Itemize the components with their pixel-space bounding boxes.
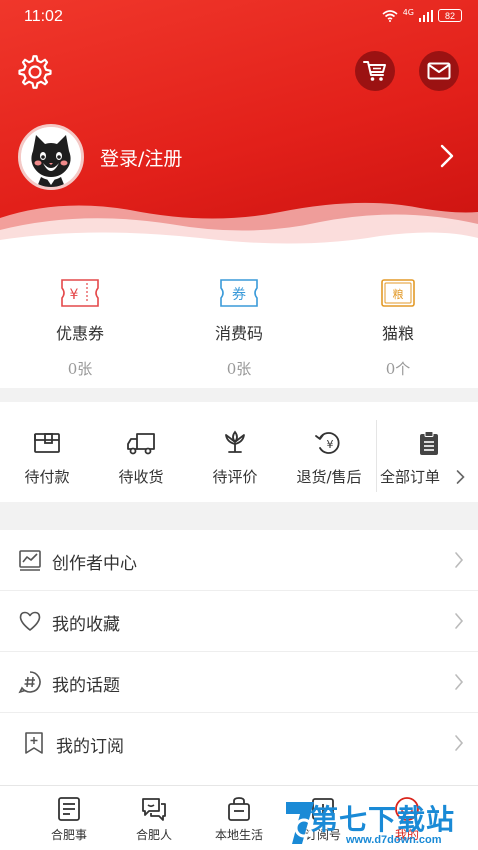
clipboard-icon bbox=[420, 431, 438, 455]
cart-icon bbox=[363, 61, 386, 81]
wifi-icon bbox=[382, 9, 398, 22]
bag-icon bbox=[228, 797, 250, 821]
voucher-code-label: 消费码 bbox=[214, 324, 263, 343]
bottom-navigation: 合肥事 合肥人 本地生活 订阅号 我的 bbox=[0, 785, 478, 850]
subscriptions-label: 我的订阅 bbox=[56, 737, 124, 757]
message-button[interactable] bbox=[419, 51, 459, 91]
svg-text:券: 券 bbox=[232, 287, 246, 303]
orders-section: 待付款 待收货 待评价 ¥ 退货/售后 全部订单 bbox=[0, 402, 478, 502]
wallet-icon bbox=[34, 433, 60, 453]
document-icon bbox=[58, 797, 80, 821]
battery-icon: 82 bbox=[438, 9, 462, 22]
cat-food-label: 猫粮 bbox=[381, 324, 414, 343]
menu-list: 创作者中心 我的收藏 我的话题 我的订阅 bbox=[0, 530, 478, 785]
header-wave bbox=[0, 202, 478, 258]
refund-icon: ¥ bbox=[315, 432, 340, 454]
pending-receipt-button[interactable]: 待收货 bbox=[94, 430, 188, 487]
bookmark-plus-icon bbox=[25, 732, 43, 754]
gear-icon bbox=[18, 55, 52, 89]
menu-item-subscriptions[interactable]: 我的订阅 bbox=[0, 713, 478, 774]
status-time: 11:02 bbox=[24, 8, 63, 25]
voucher-code-count: 0张 bbox=[226, 360, 252, 378]
menu-item-favorites[interactable]: 我的收藏 bbox=[0, 591, 478, 652]
voucher-code-entry[interactable]: 券 消费码 0张 bbox=[159, 278, 319, 379]
profile-header: 11:02 4G 82 登录/注册 bbox=[0, 0, 478, 258]
nav-label-hefei-people: 合肥人 bbox=[135, 828, 172, 842]
chevron-right-icon bbox=[440, 144, 454, 168]
cat-food-entry[interactable]: 粮 猫粮 0个 bbox=[318, 278, 478, 379]
nav-label-hefei-news: 合肥事 bbox=[50, 828, 87, 842]
pending-payment-button[interactable]: 待付款 bbox=[0, 430, 94, 487]
network-type: 4G bbox=[402, 8, 414, 17]
cat-food-count: 0个 bbox=[385, 360, 411, 378]
avatar[interactable] bbox=[18, 124, 84, 190]
hashtag-icon bbox=[18, 671, 41, 694]
pending-payment-label: 待付款 bbox=[24, 468, 70, 486]
chevron-right-icon bbox=[455, 674, 464, 690]
mail-icon bbox=[427, 62, 451, 80]
cat-avatar-icon bbox=[21, 127, 81, 187]
svg-text:¥: ¥ bbox=[70, 287, 79, 303]
svg-text:¥: ¥ bbox=[327, 438, 334, 451]
flower-icon bbox=[225, 430, 245, 453]
coupon-count: 0张 bbox=[67, 360, 93, 378]
status-icons: 4G 82 bbox=[382, 8, 462, 22]
settings-button[interactable] bbox=[18, 55, 52, 89]
nav-tab-hefei-news[interactable]: 合肥事 bbox=[26, 796, 112, 843]
nav-label-mine: 我的 bbox=[394, 828, 419, 842]
pending-review-button[interactable]: 待评价 bbox=[188, 430, 282, 487]
coupon-label: 优惠券 bbox=[55, 324, 104, 343]
cart-button[interactable] bbox=[355, 51, 395, 91]
refund-after-sale-button[interactable]: ¥ 退货/售后 bbox=[282, 430, 376, 487]
login-register-label[interactable]: 登录/注册 bbox=[100, 144, 182, 171]
menu-item-topics[interactable]: 我的话题 bbox=[0, 652, 478, 713]
creator-center-label: 创作者中心 bbox=[52, 554, 137, 574]
profile-icon bbox=[395, 797, 419, 821]
chevron-right-icon bbox=[456, 469, 465, 484]
cat-food-icon: 粮 bbox=[381, 279, 415, 307]
chat-icon bbox=[142, 798, 166, 821]
wallet-section: ¥ 优惠券 0张 券 消费码 0张 粮 猫粮 0个 bbox=[0, 258, 478, 388]
heart-icon bbox=[19, 611, 41, 631]
subscribe-icon bbox=[312, 798, 334, 820]
menu-item-creator-center[interactable]: 创作者中心 bbox=[0, 530, 478, 591]
status-bar: 11:02 4G 82 bbox=[0, 0, 478, 34]
coupon-icon: ¥ bbox=[61, 279, 99, 307]
nav-label-local-life: 本地生活 bbox=[214, 828, 263, 842]
chevron-right-icon bbox=[455, 613, 464, 629]
chevron-right-icon bbox=[455, 735, 464, 751]
chevron-right-icon bbox=[455, 552, 464, 568]
nav-tab-hefei-people[interactable]: 合肥人 bbox=[111, 796, 197, 843]
nav-tab-subscriptions[interactable]: 订阅号 bbox=[280, 796, 366, 843]
topics-label: 我的话题 bbox=[52, 676, 120, 696]
favorites-label: 我的收藏 bbox=[52, 615, 120, 635]
login-register-row[interactable]: 登录/注册 bbox=[18, 124, 460, 190]
coupon-entry[interactable]: ¥ 优惠券 0张 bbox=[0, 278, 160, 379]
nav-tab-local-life[interactable]: 本地生活 bbox=[196, 796, 282, 843]
orders-divider bbox=[376, 420, 377, 492]
all-orders-button[interactable]: 全部订单 bbox=[380, 430, 478, 487]
chart-icon bbox=[19, 550, 41, 571]
refund-after-sale-label: 退货/售后 bbox=[296, 468, 362, 486]
nav-label-subscriptions: 订阅号 bbox=[304, 828, 341, 842]
pending-receipt-label: 待收货 bbox=[118, 468, 164, 486]
voucher-icon: 券 bbox=[220, 279, 258, 307]
truck-icon bbox=[127, 433, 155, 455]
all-orders-row: 全部订单 bbox=[380, 456, 478, 487]
nav-tab-mine[interactable]: 我的 bbox=[364, 796, 450, 843]
pending-review-label: 待评价 bbox=[212, 468, 258, 486]
all-orders-label: 全部订单 bbox=[380, 468, 441, 486]
signal-icon bbox=[419, 9, 433, 22]
svg-text:粮: 粮 bbox=[393, 287, 404, 301]
